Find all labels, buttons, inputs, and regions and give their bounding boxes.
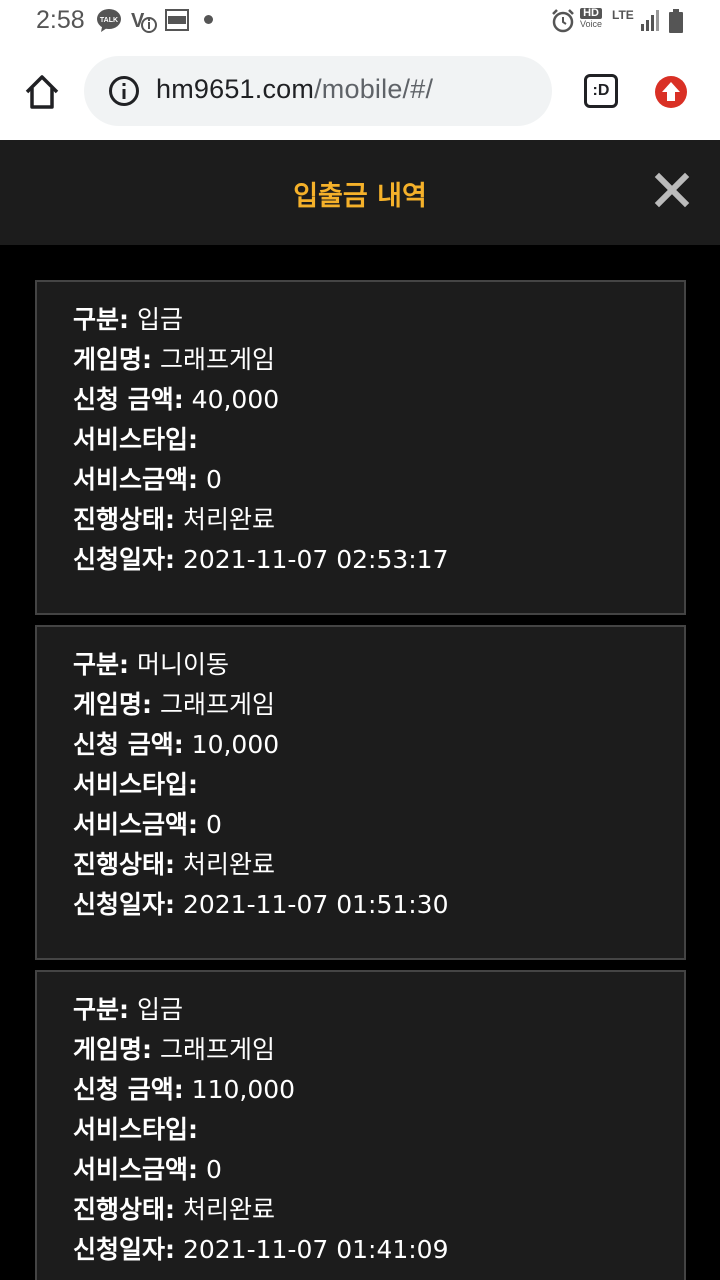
game-row: 게임명: 그래프게임 — [73, 345, 275, 374]
game-row: 게임명: 그래프게임 — [73, 690, 275, 719]
svg-text:TALK: TALK — [100, 17, 118, 24]
address-bar[interactable]: hm9651.com/mobile/#/ — [84, 56, 552, 126]
notification-dot — [204, 15, 213, 24]
transaction-card: 구분: 입금 게임명: 그래프게임 신청 금액: 40,000 서비스타입: 서… — [35, 280, 686, 615]
game-value: 그래프게임 — [159, 1035, 275, 1064]
url-text[interactable]: hm9651.com/mobile/#/ — [156, 74, 433, 105]
status-row: 진행상태: 처리완료 — [73, 850, 275, 879]
amount-value: 40,000 — [191, 385, 280, 414]
modal-title: 입출금 내역 — [293, 181, 427, 212]
amount-value: 10,000 — [191, 730, 280, 759]
date-value: 2021-11-07 01:51:30 — [182, 890, 449, 919]
game-row: 게임명: 그래프게임 — [73, 1035, 275, 1064]
payco-icon — [165, 8, 189, 36]
service-amount-value: 0 — [205, 1155, 222, 1184]
date-value: 2021-11-07 01:41:09 — [182, 1235, 449, 1264]
transaction-card: 구분: 입금 게임명: 그래프게임 신청 금액: 110,000 서비스타입: … — [35, 970, 686, 1280]
talk-icon: TALK — [96, 8, 122, 36]
date-row: 신청일자: 2021-11-07 01:51:30 — [73, 890, 449, 919]
signal-icon — [640, 8, 660, 36]
transaction-list[interactable]: 구분: 입금 게임명: 그래프게임 신청 금액: 40,000 서비스타입: 서… — [0, 245, 720, 1280]
type-row: 구분: 입금 — [73, 995, 183, 1024]
url-path: /mobile/#/ — [314, 74, 434, 104]
type-row: 구분: 머니이동 — [73, 650, 229, 679]
status-row: 진행상태: 처리완료 — [73, 1195, 275, 1224]
service-amount-value: 0 — [205, 465, 222, 494]
status-time: 2:58 — [36, 6, 85, 34]
modal-header: 입출금 내역 — [0, 140, 720, 245]
service-type-row: 서비스타입: — [73, 770, 199, 799]
amount-row: 신청 금액: 10,000 — [73, 730, 280, 759]
type-row: 구분: 입금 — [73, 305, 183, 334]
type-value: 머니이동 — [136, 650, 229, 679]
service-type-row: 서비스타입: — [73, 425, 199, 454]
status-value: 처리완료 — [182, 505, 275, 534]
status-value: 처리완료 — [182, 850, 275, 879]
lte-indicator: LTE — [612, 8, 634, 22]
status-bar: 2:58 TALK V HD Voice LTE — [0, 0, 720, 44]
service-type-row: 서비스타입: — [73, 1115, 199, 1144]
status-row: 진행상태: 처리완료 — [73, 505, 275, 534]
date-row: 신청일자: 2021-11-07 02:53:17 — [73, 545, 449, 574]
game-value: 그래프게임 — [159, 345, 275, 374]
amount-value: 110,000 — [191, 1075, 296, 1104]
info-icon[interactable] — [108, 75, 140, 107]
service-amount-row: 서비스금액: 0 — [73, 810, 222, 839]
close-icon[interactable] — [654, 172, 690, 208]
url-host: hm9651.com — [156, 74, 315, 104]
browser-toolbar: hm9651.com/mobile/#/ :D — [0, 44, 720, 140]
alarm-icon — [550, 8, 576, 38]
service-amount-row: 서비스금액: 0 — [73, 1155, 222, 1184]
type-value: 입금 — [136, 305, 183, 334]
service-amount-value: 0 — [205, 810, 222, 839]
tab-switcher-button[interactable]: :D — [584, 74, 618, 108]
hd-voice-icon: HD Voice — [580, 7, 603, 29]
transaction-card: 구분: 머니이동 게임명: 그래프게임 신청 금액: 10,000 서비스타입:… — [35, 625, 686, 960]
type-value: 입금 — [136, 995, 183, 1024]
date-value: 2021-11-07 02:53:17 — [182, 545, 449, 574]
service-amount-row: 서비스금액: 0 — [73, 465, 222, 494]
update-icon[interactable] — [654, 75, 688, 109]
vi-icon: V — [130, 8, 158, 38]
date-row: 신청일자: 2021-11-07 01:41:09 — [73, 1235, 449, 1264]
home-icon[interactable] — [22, 72, 62, 112]
amount-row: 신청 금액: 110,000 — [73, 1075, 296, 1104]
game-value: 그래프게임 — [159, 690, 275, 719]
status-value: 처리완료 — [182, 1195, 275, 1224]
amount-row: 신청 금액: 40,000 — [73, 385, 280, 414]
battery-icon — [668, 8, 684, 38]
